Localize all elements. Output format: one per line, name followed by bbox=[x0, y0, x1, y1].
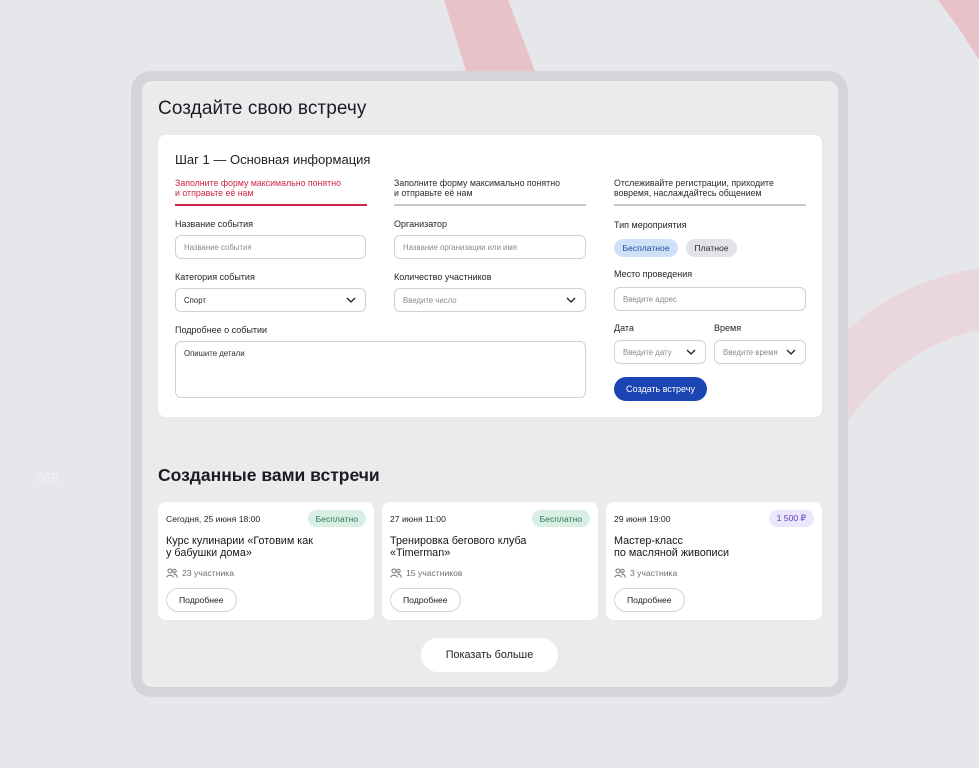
event-date: 29 июня 19:00 bbox=[614, 514, 671, 524]
step-tab-3[interactable]: Отслеживайте регистрации, приходите вовр… bbox=[614, 178, 806, 206]
page-title: Создайте свою встречу bbox=[158, 98, 367, 119]
show-more-button[interactable]: Показать больше bbox=[421, 638, 558, 672]
details-button[interactable]: Подробнее bbox=[390, 588, 461, 612]
step-tab-3-line2: вовремя, наслаждайтесь общением bbox=[614, 188, 762, 198]
people-icon bbox=[390, 568, 402, 578]
participants-count: 3 участника bbox=[630, 568, 678, 578]
participants-count: 23 участника bbox=[182, 568, 235, 578]
event-card[interactable]: 29 июня 19:00 1 500 ₽ Мастер-класс по ма… bbox=[606, 502, 822, 620]
time-label: Время bbox=[714, 323, 742, 333]
step-tab-1-line2: и отправьте её нам bbox=[175, 188, 254, 198]
chevron-down-icon bbox=[786, 349, 796, 355]
participants-select[interactable]: Введите число bbox=[394, 288, 586, 312]
step-tab-3-line1: Отслеживайте регистрации, приходите bbox=[614, 178, 774, 188]
category-label: Категория события bbox=[175, 272, 255, 282]
participants-info: 15 участников bbox=[390, 568, 462, 578]
event-card[interactable]: Сегодня, 25 июня 18:00 Бесплатно Курс ку… bbox=[158, 502, 374, 620]
step-tab-1[interactable]: Заполните форму максимально понятно и от… bbox=[175, 178, 367, 206]
event-type-free-chip[interactable]: Бесплатное bbox=[614, 239, 678, 257]
event-card[interactable]: 27 июня 11:00 Бесплатно Тренировка бегов… bbox=[382, 502, 598, 620]
details-label: Подробнее о событии bbox=[175, 325, 268, 335]
chevron-down-icon bbox=[346, 297, 356, 303]
step-tab-2-line2: и отправьте её нам bbox=[394, 188, 473, 198]
people-icon bbox=[614, 568, 626, 578]
organizer-input[interactable]: Название организации или имя bbox=[394, 235, 586, 259]
price-badge: Бесплатно bbox=[307, 510, 366, 527]
venue-label: Место проведения bbox=[614, 269, 693, 279]
participants-placeholder: Введите число bbox=[403, 295, 457, 305]
venue-input[interactable]: Введите адрес bbox=[614, 287, 806, 311]
date-select[interactable]: Введите дату bbox=[614, 340, 706, 364]
event-name: Тренировка бегового клуба «Timerman» bbox=[390, 535, 527, 559]
event-name-label: Название события bbox=[175, 219, 253, 229]
date-placeholder: Введите дату bbox=[623, 347, 672, 357]
create-meeting-button[interactable]: Создать встречу bbox=[614, 377, 707, 401]
participants-label: Количество участников bbox=[394, 272, 492, 282]
step-tab-1-line1: Заполните форму максимально понятно bbox=[175, 178, 341, 188]
price-badge: 1 500 ₽ bbox=[768, 510, 814, 527]
participants-info: 23 участника bbox=[166, 568, 234, 578]
step-tab-2[interactable]: Заполните форму максимально понятно и от… bbox=[394, 178, 586, 206]
event-type-paid-chip[interactable]: Платное bbox=[686, 239, 737, 257]
participants-count: 15 участников bbox=[406, 568, 463, 578]
date-label: Дата bbox=[614, 323, 634, 333]
people-icon bbox=[166, 568, 178, 578]
event-date: Сегодня, 25 июня 18:00 bbox=[166, 514, 261, 524]
details-button[interactable]: Подробнее bbox=[614, 588, 685, 612]
organizer-placeholder: Название организации или имя bbox=[403, 242, 517, 252]
details-placeholder: Опишите детали bbox=[184, 349, 245, 358]
category-select[interactable]: Спорт bbox=[175, 288, 366, 312]
details-button[interactable]: Подробнее bbox=[166, 588, 237, 612]
created-meetings-title: Созданные вами встречи bbox=[158, 465, 380, 485]
event-name-placeholder: Название события bbox=[184, 242, 252, 252]
time-placeholder: Введите время bbox=[723, 347, 778, 357]
event-date: 27 июня 11:00 bbox=[390, 514, 446, 524]
event-type-label: Тип мероприятия bbox=[614, 220, 687, 230]
chevron-down-icon bbox=[566, 297, 576, 303]
time-select[interactable]: Введите время bbox=[714, 340, 806, 364]
event-name: Курс кулинарии «Готовим как у бабушки до… bbox=[166, 535, 313, 559]
organizer-label: Организатор bbox=[394, 219, 448, 229]
participants-info: 3 участника bbox=[614, 568, 677, 578]
side-label: 768 bbox=[34, 470, 60, 487]
category-value: Спорт bbox=[184, 295, 206, 305]
step-title: Шаг 1 — Основная информация bbox=[175, 152, 371, 167]
step-tab-2-line1: Заполните форму максимально понятно bbox=[394, 178, 560, 188]
details-textarea[interactable]: Опишите детали bbox=[175, 341, 586, 398]
chevron-down-icon bbox=[686, 349, 696, 355]
venue-placeholder: Введите адрес bbox=[623, 294, 677, 304]
event-name-input[interactable]: Название события bbox=[175, 235, 366, 259]
event-name: Мастер-класс по масляной живописи bbox=[614, 535, 730, 559]
price-badge: Бесплатно bbox=[531, 510, 590, 527]
